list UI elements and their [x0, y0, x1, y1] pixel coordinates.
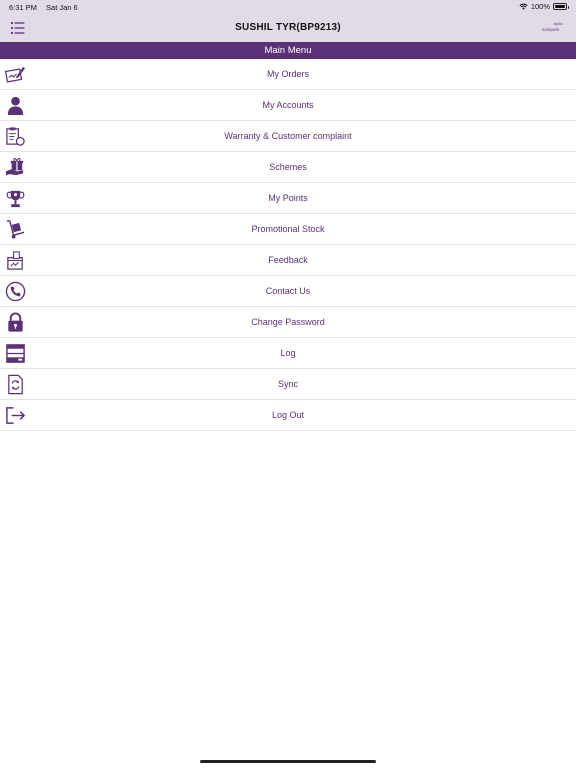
- menu-item-sync[interactable]: Sync: [0, 369, 576, 400]
- brand-logo: apollo sampark: [542, 20, 566, 36]
- menu-item-label: Log: [280, 348, 296, 358]
- page-title: SUSHIL TYR(BP9213): [235, 22, 341, 33]
- menu-item-my-points[interactable]: My Points: [0, 183, 576, 214]
- status-time: 6:31 PM: [9, 3, 37, 12]
- wifi-icon: [519, 3, 528, 10]
- menu-item-promotional-stock[interactable]: Promotional Stock: [0, 214, 576, 245]
- menu-item-label: My Points: [268, 193, 308, 203]
- menu-item-change-password[interactable]: Change Password: [0, 307, 576, 338]
- logo-top-text: apollo: [553, 22, 563, 26]
- menu-item-log[interactable]: Log: [0, 338, 576, 369]
- menu-item-label: Promotional Stock: [251, 224, 325, 234]
- menu-item-my-accounts[interactable]: My Accounts: [0, 90, 576, 121]
- status-bar: 6:31 PM Sat Jan 6 100%: [0, 0, 576, 14]
- menu-item-schemes[interactable]: Schemes: [0, 152, 576, 183]
- status-date: Sat Jan 6: [46, 3, 78, 12]
- home-indicator[interactable]: [200, 760, 376, 763]
- status-time-date: 6:31 PM Sat Jan 6: [9, 3, 78, 12]
- menu-item-label: Contact Us: [265, 286, 311, 296]
- menu-item-label: Change Password: [251, 317, 325, 327]
- menu-item-label: Feedback: [268, 255, 308, 265]
- battery-icon: [553, 3, 569, 10]
- menu-item-label: Log Out: [271, 410, 305, 420]
- menu-item-my-orders[interactable]: My Orders: [0, 59, 576, 90]
- status-indicators: 100%: [519, 2, 569, 11]
- menu-item-label: Sync: [277, 379, 298, 389]
- main-menu-list: My Orders My Accounts Warranty & Custome…: [0, 59, 576, 431]
- nav-bar: SUSHIL TYR(BP9213) apollo sampark: [0, 14, 576, 42]
- menu-item-label: My Orders: [266, 69, 309, 79]
- battery-percent: 100%: [530, 2, 550, 11]
- menu-item-label: My Accounts: [262, 100, 314, 110]
- section-header: Main Menu: [0, 42, 576, 59]
- menu-item-contact-us[interactable]: Contact Us: [0, 276, 576, 307]
- menu-item-label: Schemes: [269, 162, 307, 172]
- menu-item-feedback[interactable]: Feedback: [0, 245, 576, 276]
- menu-item-label: Warranty & Customer complaint: [224, 131, 352, 141]
- menu-item-warranty[interactable]: Warranty & Customer complaint: [0, 121, 576, 152]
- logo-text: sampark: [542, 27, 560, 32]
- menu-item-log-out[interactable]: Log Out: [0, 400, 576, 431]
